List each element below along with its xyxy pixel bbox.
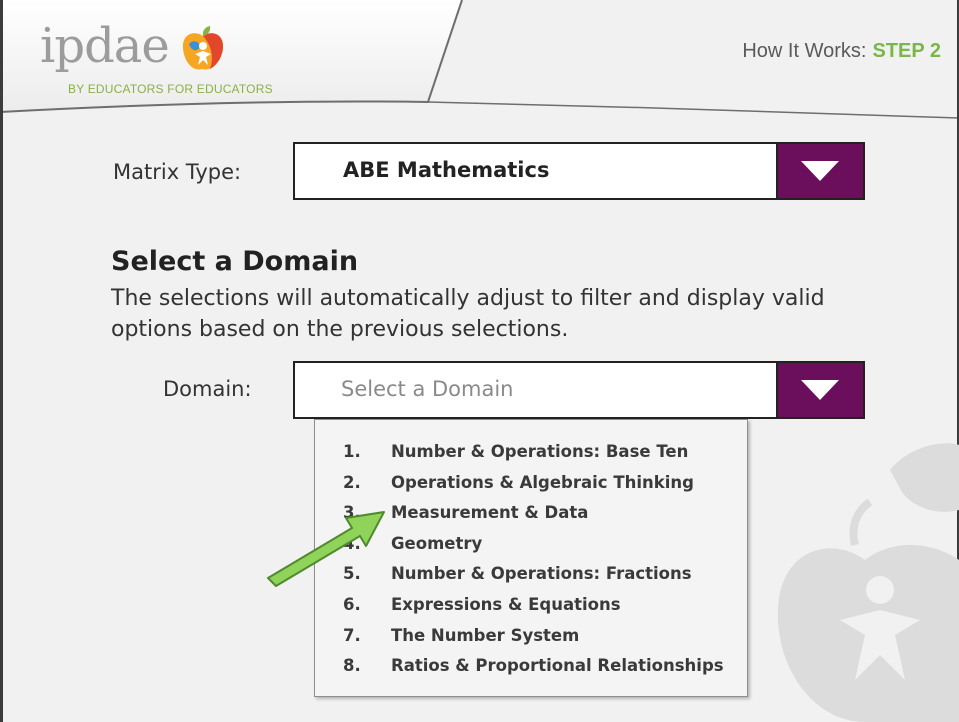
domain-option[interactable]: 8. Ratios & Proportional Relationships	[343, 655, 724, 686]
domain-select[interactable]: Select a Domain	[293, 361, 865, 419]
chevron-down-icon	[801, 161, 839, 181]
logo-wordmark: ipdae	[40, 18, 170, 74]
slide-border-left	[0, 0, 3, 722]
pointer-arrow-icon	[267, 511, 385, 587]
domain-placeholder: Select a Domain	[341, 377, 514, 401]
step-label: STEP 2	[872, 40, 941, 62]
domain-option[interactable]: 4. Geometry	[343, 533, 724, 564]
option-number: 2.	[343, 472, 361, 492]
step-prefix: How It Works:	[742, 40, 867, 62]
logo-tagline: BY EDUCATORS FOR EDUCATORS	[68, 82, 273, 96]
matrix-type-select[interactable]: ABE Mathematics	[293, 142, 865, 200]
option-label: Geometry	[391, 533, 483, 553]
section-description: The selections will automatically adjust…	[111, 286, 825, 342]
option-number: 8.	[343, 656, 361, 676]
domain-option[interactable]: 5. Number & Operations: Fractions	[343, 563, 724, 594]
option-number: 6.	[343, 594, 361, 614]
domain-option[interactable]: 1. Number & Operations: Base Ten	[343, 441, 724, 472]
option-label: Number & Operations: Base Ten	[391, 442, 689, 461]
chevron-down-icon	[801, 380, 839, 400]
domain-label: Domain:	[163, 377, 252, 401]
option-number: 7.	[343, 625, 361, 645]
option-label: Number & Operations: Fractions	[391, 564, 692, 584]
matrix-type-value: ABE Mathematics	[343, 158, 550, 182]
option-label: Ratios & Proportional Relationships	[391, 656, 724, 676]
option-number: 1.	[343, 442, 361, 461]
domain-option[interactable]: 6. Expressions & Equations	[343, 594, 724, 625]
apple-logo-icon	[182, 26, 224, 70]
apple-watermark-icon	[777, 443, 959, 722]
option-label: Measurement & Data	[391, 503, 589, 523]
domain-option[interactable]: 3. Measurement & Data	[343, 502, 724, 533]
section-heading: Select a Domain	[111, 246, 359, 277]
ipdae-logo: ipdae BY EDUCATORS FOR EDUCATORS	[40, 18, 290, 104]
domain-option[interactable]: 7. The Number System	[343, 625, 724, 656]
option-label: The Number System	[391, 625, 580, 645]
domain-option[interactable]: 2. Operations & Algebraic Thinking	[343, 472, 724, 503]
option-label: Expressions & Equations	[391, 594, 621, 614]
matrix-type-label: Matrix Type:	[113, 160, 242, 184]
domain-dropdown-button[interactable]	[776, 363, 863, 417]
option-label: Operations & Algebraic Thinking	[391, 472, 694, 492]
step-title: How It Works: STEP 2	[742, 40, 941, 63]
slide: ipdae BY EDUCATORS FOR EDUCATORS How It …	[0, 0, 959, 722]
matrix-type-dropdown-button[interactable]	[776, 144, 863, 198]
